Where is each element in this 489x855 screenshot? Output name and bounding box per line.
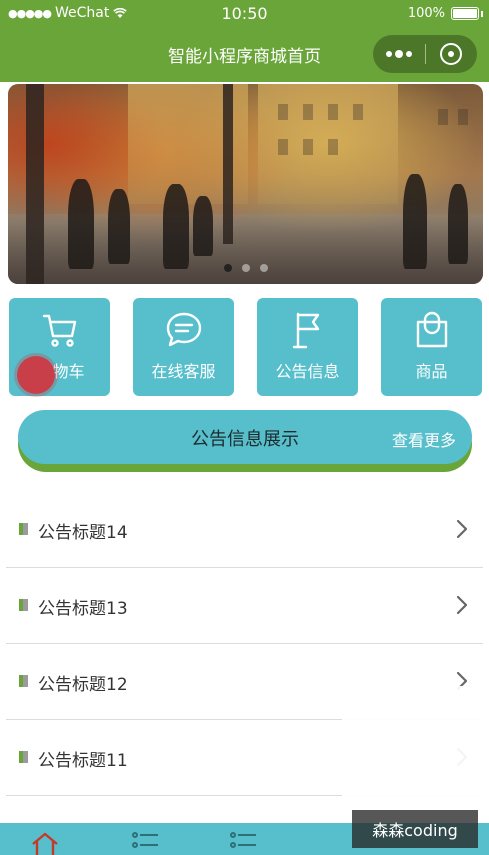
- chevron-right-icon: [456, 519, 468, 539]
- list-item[interactable]: 公告标题13: [6, 568, 483, 644]
- notice-title: 公告标题14: [38, 523, 128, 543]
- list-item[interactable]: 公告标题14: [6, 492, 483, 568]
- target-icon: [440, 43, 463, 65]
- chevron-right-icon: [456, 595, 468, 615]
- view-more-link[interactable]: 查看更多: [392, 427, 456, 451]
- menu-label: 商品: [415, 362, 448, 381]
- menu-item-cart[interactable]: 物车: [9, 298, 110, 396]
- flag-icon: [292, 312, 319, 349]
- quick-menu: 物车 在线客服 公告信息 商品: [9, 298, 489, 396]
- list-icon[interactable]: [130, 831, 160, 855]
- menu-item-products[interactable]: 商品: [381, 298, 482, 396]
- list-icon[interactable]: [228, 831, 258, 855]
- touch-indicator: [17, 356, 55, 394]
- bag-icon: [416, 311, 447, 348]
- carousel-indicators: [8, 264, 483, 272]
- battery-icon: [451, 7, 479, 20]
- bullet-icon: [19, 599, 28, 611]
- notice-title: 公告标题13: [38, 599, 128, 619]
- carousel-dot[interactable]: [223, 264, 232, 272]
- cart-icon: [42, 314, 76, 347]
- notice-section-header: 公告信息展示 查看更多: [18, 410, 472, 464]
- carousel-dot[interactable]: [241, 264, 250, 272]
- bullet-icon: [19, 523, 28, 535]
- chat-icon: [166, 312, 201, 347]
- menu-label: 在线客服: [151, 362, 216, 381]
- mini-program-capsule: [373, 35, 477, 73]
- bullet-icon: [19, 751, 28, 763]
- banner-carousel[interactable]: [8, 84, 483, 284]
- menu-item-customer-service[interactable]: 在线客服: [133, 298, 234, 396]
- battery-percent: 100%: [407, 6, 445, 21]
- more-options-button[interactable]: [373, 35, 425, 73]
- menu-label: 公告信息: [275, 362, 340, 381]
- navigation-bar: 智能小程序商城首页: [0, 28, 489, 82]
- bullet-icon: [19, 675, 28, 687]
- battery-status: 100%: [408, 6, 483, 21]
- menu-item-announcements[interactable]: 公告信息: [257, 298, 358, 396]
- overlay: [342, 686, 489, 806]
- home-icon[interactable]: [30, 831, 60, 855]
- notice-title: 公告标题11: [38, 751, 128, 771]
- status-bar: ●●●●● WeChat 10:50 100%: [0, 0, 489, 28]
- close-mini-program-button[interactable]: [425, 35, 477, 73]
- carousel-dot[interactable]: [259, 264, 268, 272]
- notice-title: 公告标题12: [38, 675, 128, 695]
- watermark: 森森coding: [352, 810, 478, 848]
